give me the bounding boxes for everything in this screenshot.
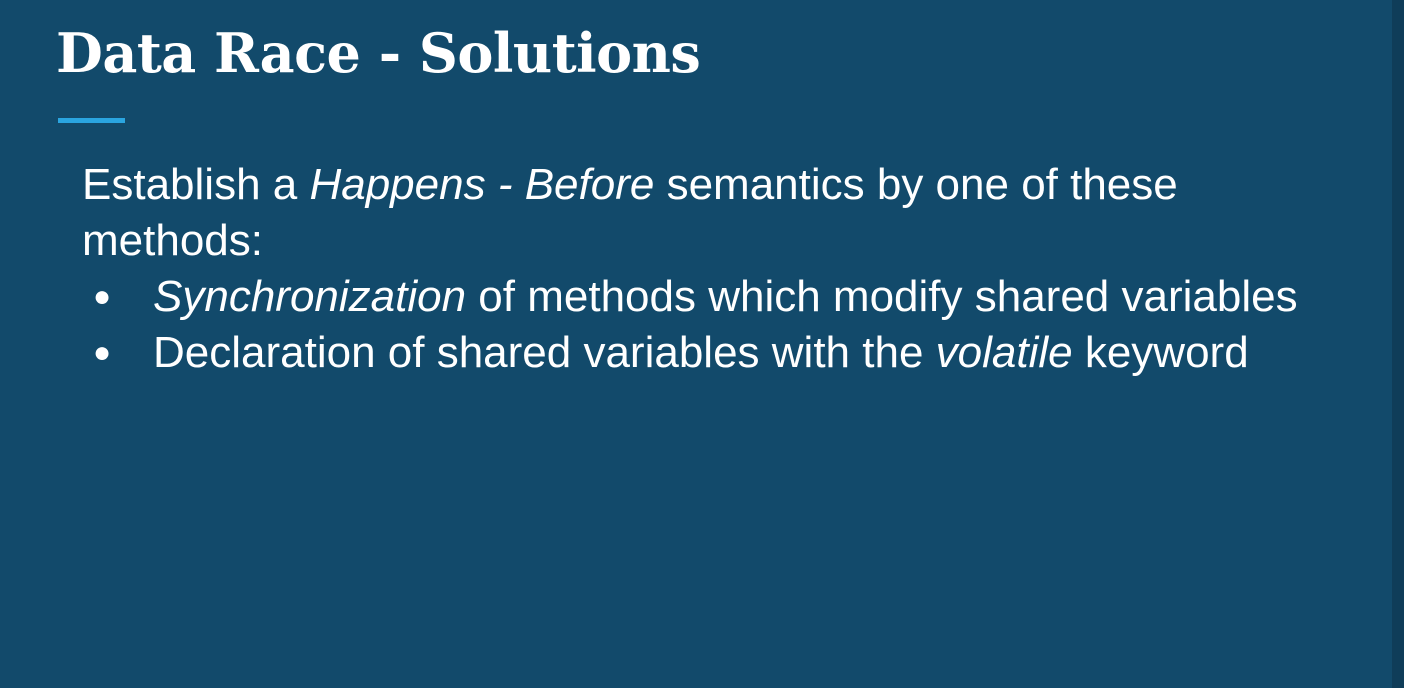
title-accent-line bbox=[58, 118, 125, 123]
bullet-dot-icon: ● bbox=[93, 336, 112, 369]
bullet-emphasis: volatile bbox=[935, 328, 1073, 377]
window-edge bbox=[1392, 0, 1404, 688]
slide-title: Data Race - Solutions bbox=[56, 21, 701, 85]
bullet-text-before: Declaration of shared variables with the bbox=[153, 328, 936, 377]
slide: Data Race - Solutions Establish a Happen… bbox=[0, 0, 1392, 688]
bullet-text-after: of methods which modify shared variables bbox=[466, 272, 1298, 321]
intro-emphasis: Happens - Before bbox=[309, 160, 655, 209]
bullet-list: ● Synchronization of methods which modif… bbox=[82, 269, 1302, 381]
slide-body: Establish a Happens - Before semantics b… bbox=[82, 157, 1302, 381]
bullet-item: ● Declaration of shared variables with t… bbox=[82, 325, 1302, 381]
bullet-dot-icon: ● bbox=[93, 280, 112, 313]
bullet-emphasis: Synchronization bbox=[153, 272, 467, 321]
bullet-item: ● Synchronization of methods which modif… bbox=[82, 269, 1302, 325]
intro-paragraph: Establish a Happens - Before semantics b… bbox=[82, 157, 1302, 269]
intro-text-part1: Establish a bbox=[82, 160, 310, 209]
bullet-text-after: keyword bbox=[1072, 328, 1249, 377]
